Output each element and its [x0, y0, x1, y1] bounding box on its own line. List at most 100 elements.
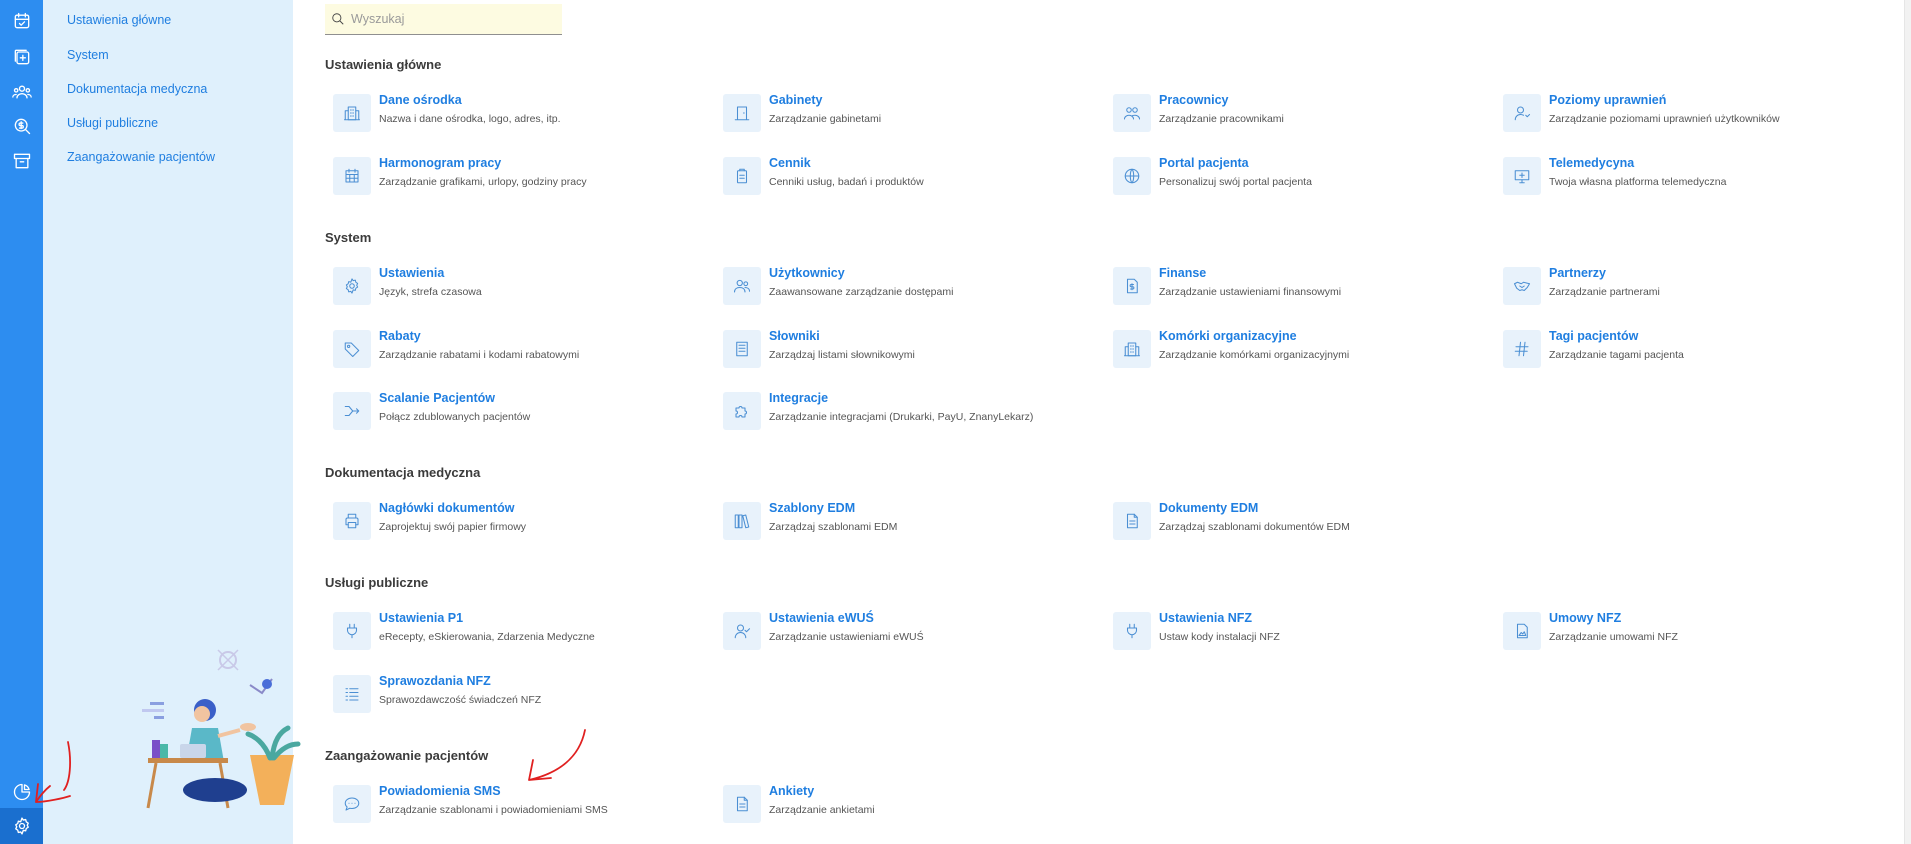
- calendar-grid-icon: [345, 168, 359, 183]
- tile-work-schedule[interactable]: Harmonogram pracy Zarządzanie grafikami,…: [333, 155, 713, 199]
- tile-title: Użytkownicy: [769, 266, 845, 280]
- tile-sms-notifications[interactable]: Powiadomienia SMS Zarządzanie szablonami…: [333, 783, 713, 827]
- rail-settings-button[interactable]: [0, 808, 43, 844]
- app-root: Ustawienia główne System Dokumentacja me…: [0, 0, 1911, 844]
- tile-title: Ustawienia NFZ: [1159, 611, 1253, 625]
- tile-description: Twoja własna platforma telemedyczna: [1549, 176, 1727, 188]
- subnav-item-public-services[interactable]: Usługi publiczne: [67, 116, 158, 130]
- tile-title: Tagi pacjentów: [1549, 329, 1639, 343]
- section-title-general: Ustawienia główne: [325, 57, 442, 72]
- tile-settings[interactable]: Ustawienia Język, strefa czasowa: [333, 265, 713, 309]
- tile-description: Zarządzanie grafikami, urlopy, godziny p…: [379, 176, 587, 188]
- tile-org-units[interactable]: Komórki organizacyjne Zarządzanie komórk…: [1113, 328, 1493, 372]
- monitor-plus-icon: [1514, 170, 1530, 184]
- document-icon: [736, 796, 748, 812]
- tile-edm-templates[interactable]: Szablony EDM Zarządzaj szablonami EDM: [723, 500, 1103, 544]
- search-icon: [332, 13, 344, 25]
- tile-description: Język, strefa czasowa: [379, 286, 482, 298]
- tile-price-list[interactable]: Cennik Cenniki usług, badań i produktów: [723, 155, 1103, 199]
- tile-description: Zarządzanie umowami NFZ: [1549, 631, 1678, 643]
- staff-icon: [1123, 107, 1141, 120]
- rail-patients-button[interactable]: [0, 75, 43, 109]
- tile-title: Dane ośrodka: [379, 93, 462, 107]
- tile-edm-documents[interactable]: Dokumenty EDM Zarządzaj szablonami dokum…: [1113, 500, 1493, 544]
- rail-reports-button[interactable]: [0, 775, 43, 809]
- tile-surveys[interactable]: Ankiety Zarządzanie ankietami: [723, 783, 1103, 827]
- tile-permission-levels[interactable]: Poziomy uprawnień Zarządzanie poziomami …: [1503, 92, 1883, 136]
- tile-title: Nagłówki dokumentów: [379, 501, 515, 515]
- tile-nfz-reports[interactable]: Sprawozdania NFZ Sprawozdawczość świadcz…: [333, 673, 713, 717]
- tile-title: Rabaty: [379, 329, 421, 343]
- tile-description: Zarządzanie komórkami organizacyjnymi: [1159, 349, 1350, 361]
- merge-icon: [344, 405, 360, 417]
- search-box: [325, 4, 562, 35]
- tile-description: Zarządzaj szablonami dokumentów EDM: [1159, 521, 1350, 533]
- tile-rooms[interactable]: Gabinety Zarządzanie gabinetami: [723, 92, 1103, 136]
- tile-integrations[interactable]: Integracje Zarządzanie integracjami (Dru…: [723, 390, 1103, 434]
- tile-patient-tags[interactable]: Tagi pacjentów Zarządzanie tagami pacjen…: [1503, 328, 1883, 372]
- tile-employees[interactable]: Pracownicy Zarządzanie pracownikami: [1113, 92, 1493, 136]
- user-check-icon: [734, 624, 751, 639]
- money-document-icon: [1126, 278, 1138, 294]
- tile-dictionaries[interactable]: Słowniki Zarządzaj listami słownikowymi: [723, 328, 1103, 372]
- tile-description: eRecepty, eSkierowania, Zdarzenia Medycz…: [379, 631, 595, 643]
- list-icon: [345, 688, 359, 701]
- rail-archive-button[interactable]: [0, 144, 43, 178]
- rail-calendar-button[interactable]: [0, 4, 43, 38]
- tile-description: Zarządzanie poziomami uprawnień użytkown…: [1549, 113, 1780, 125]
- tile-telemedicine[interactable]: Telemedycyna Twoja własna platforma tele…: [1503, 155, 1883, 199]
- tile-title: Ustawienia: [379, 266, 445, 280]
- tile-title: Harmonogram pracy: [379, 156, 502, 170]
- tile-title: Pracownicy: [1159, 93, 1229, 107]
- tile-title: Finanse: [1159, 266, 1207, 280]
- tile-merge-patients[interactable]: Scalanie Pacjentów Połącz zdublowanych p…: [333, 390, 713, 434]
- tile-ewus-settings[interactable]: Ustawienia eWUŚ Zarządzanie ustawieniami…: [723, 610, 1103, 654]
- search-input[interactable]: [351, 12, 551, 26]
- users-icon: [733, 279, 751, 293]
- gear-icon: [345, 278, 359, 294]
- document-icon: [1126, 513, 1138, 529]
- page-scrollbar[interactable]: [1904, 0, 1911, 844]
- tile-title: Portal pacjenta: [1159, 156, 1249, 170]
- tile-description: Zarządzanie gabinetami: [769, 113, 882, 125]
- tile-description: Zarządzanie rabatami i kodami rabatowymi: [379, 349, 580, 361]
- tile-users[interactable]: Użytkownicy Zaawansowane zarządzanie dos…: [723, 265, 1103, 309]
- tile-partners[interactable]: Partnerzy Zarządzanie partnerami: [1503, 265, 1883, 309]
- globe-icon: [1124, 168, 1140, 184]
- puzzle-icon: [735, 406, 747, 418]
- tile-title: Komórki organizacyjne: [1159, 329, 1297, 343]
- tile-nfz-contracts[interactable]: Umowy NFZ Zarządzanie umowami NFZ: [1503, 610, 1883, 654]
- subnav-item-medical-docs[interactable]: Dokumentacja medyczna: [67, 82, 207, 96]
- medical-folder-icon: [14, 49, 29, 65]
- tile-description: Zarządzaj szablonami EDM: [769, 521, 898, 533]
- tile-facility-data[interactable]: Dane ośrodka Nazwa i dane ośrodka, logo,…: [333, 92, 713, 136]
- tile-description: Personalizuj swój portal pacjenta: [1159, 176, 1312, 188]
- books-icon: [734, 514, 750, 529]
- tile-description: Zaprojektuj swój papier firmowy: [379, 521, 527, 533]
- rail-finance-button[interactable]: [0, 109, 43, 143]
- section-title-medical-docs: Dokumentacja medyczna: [325, 465, 481, 480]
- tile-description: Zaawansowane zarządzanie dostępami: [769, 286, 954, 298]
- tile-p1-settings[interactable]: Ustawienia P1 eRecepty, eSkierowania, Zd…: [333, 610, 713, 654]
- users-icon: [11, 85, 32, 99]
- plug-icon: [1126, 623, 1138, 639]
- tile-title: Gabinety: [769, 93, 823, 107]
- subnav-item-system[interactable]: System: [67, 48, 109, 62]
- tile-description: Zarządzanie integracjami (Drukarki, PayU…: [769, 411, 1034, 423]
- tile-patient-portal[interactable]: Portal pacjenta Personalizuj swój portal…: [1113, 155, 1493, 199]
- plug-icon: [346, 623, 358, 639]
- book-icon: [736, 341, 748, 357]
- tile-finance[interactable]: Finanse Zarządzanie ustawieniami finanso…: [1113, 265, 1493, 309]
- subnav-item-patient-engagement[interactable]: Zaangażowanie pacjentów: [67, 150, 215, 164]
- tile-description: Zarządzanie partnerami: [1549, 286, 1660, 298]
- subnav-item-general[interactable]: Ustawienia główne: [67, 13, 171, 27]
- tile-nfz-settings[interactable]: Ustawienia NFZ Ustaw kody instalacji NFZ: [1113, 610, 1493, 654]
- tile-title: Cennik: [769, 156, 811, 170]
- settings-subnav: Ustawienia główne System Dokumentacja me…: [43, 0, 301, 844]
- settings-main: Ustawienia główne Dane ośrodka Nazwa i d…: [293, 0, 1893, 844]
- tile-title: Telemedycyna: [1549, 156, 1635, 170]
- tile-discounts[interactable]: Rabaty Zarządzanie rabatami i kodami rab…: [333, 328, 713, 372]
- rail-medical-button[interactable]: [0, 40, 43, 74]
- tile-document-headers[interactable]: Nagłówki dokumentów Zaprojektuj swój pap…: [333, 500, 713, 544]
- tile-description: Zarządzanie szablonami i powiadomieniami…: [379, 804, 608, 816]
